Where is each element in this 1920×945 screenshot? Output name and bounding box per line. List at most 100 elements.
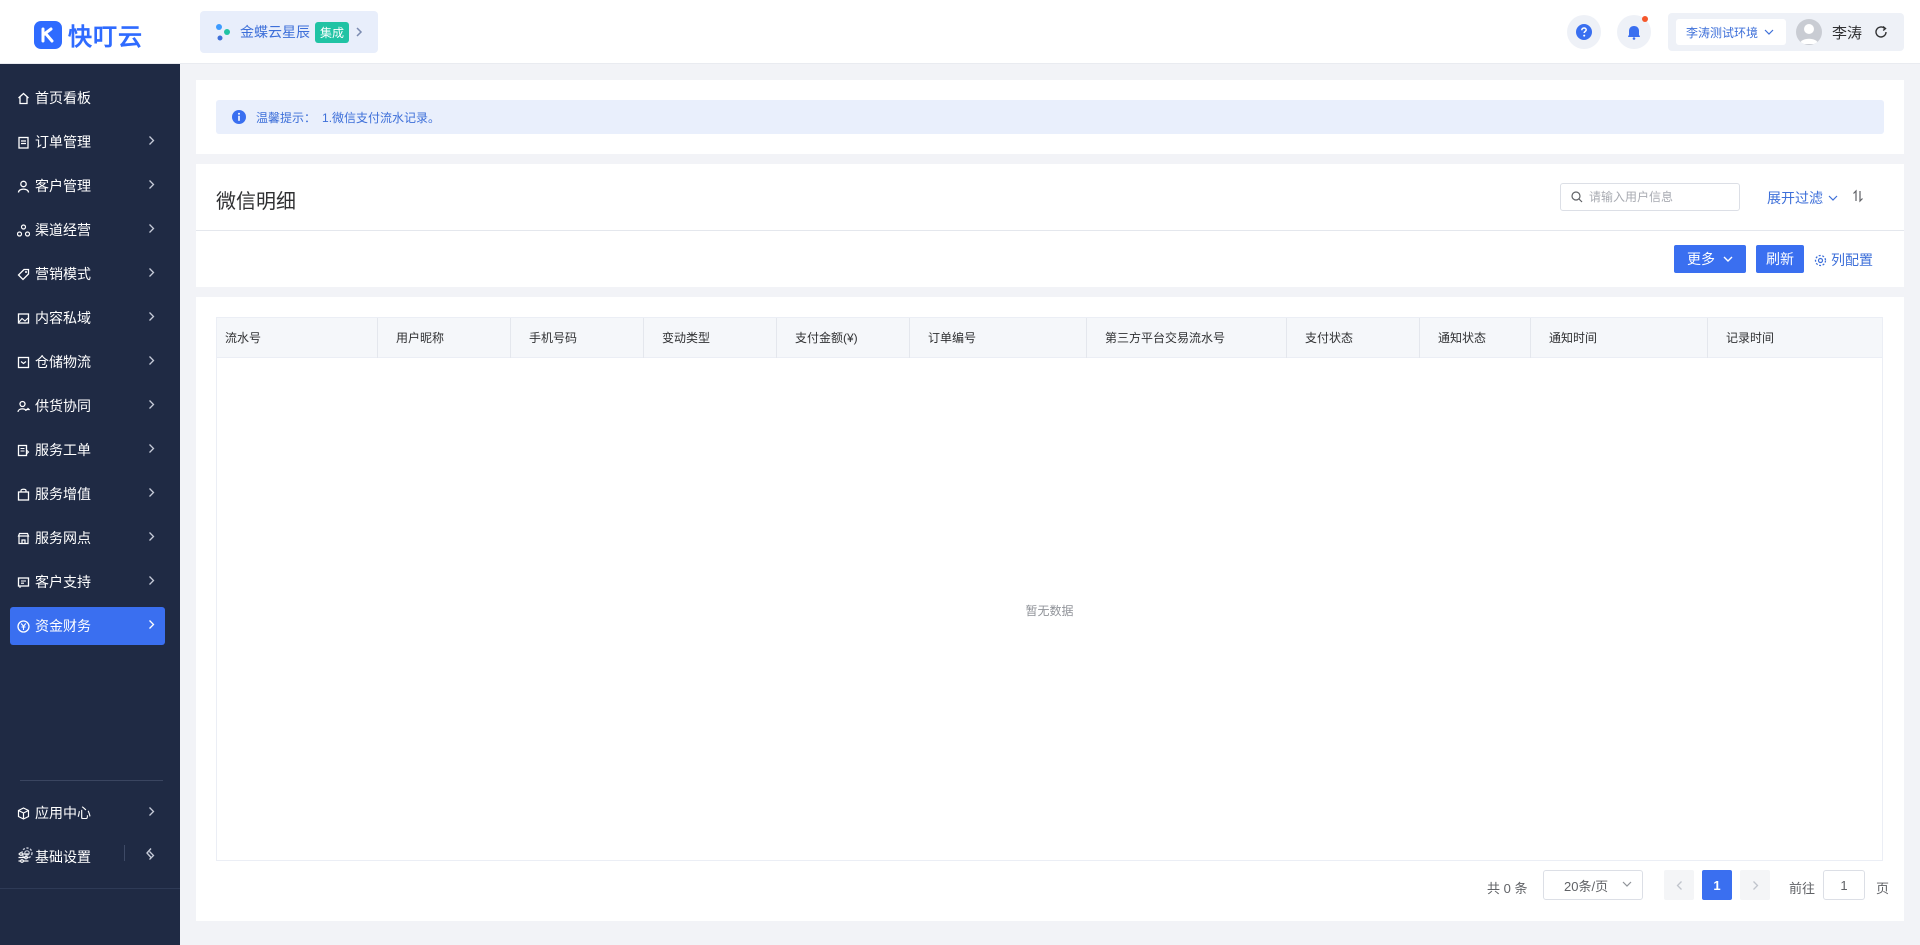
settings-gear-icon[interactable] <box>20 846 34 860</box>
sidebar-divider <box>20 780 163 781</box>
column-header[interactable]: 记录时间 <box>1708 318 1882 358</box>
table-header: 流水号 用户昵称 手机号码 变动类型 支付金额(¥) 订单编号 第三方平台交易流… <box>217 318 1882 358</box>
user-area: 李涛测试环境 李涛 <box>1668 13 1904 51</box>
tip-message: 1.微信支付流水记录。 <box>322 110 441 125</box>
sidebar-item-label: 首页看板 <box>35 90 91 106</box>
sidebar-item-label: 服务网点 <box>35 530 91 546</box>
tag-icon <box>16 267 30 281</box>
page-number-current[interactable]: 1 <box>1702 870 1732 900</box>
integration-name: 金蝶云星辰 <box>240 24 310 40</box>
page-size-select[interactable]: 20条/页 <box>1543 870 1643 900</box>
search-input[interactable] <box>1589 190 1729 204</box>
sidebar-item-warehouse[interactable]: 仓储物流 <box>10 343 165 381</box>
integration-icon <box>214 22 232 42</box>
integration-badge: 集成 <box>315 21 350 43</box>
tip-label: 温馨提示： <box>256 110 317 125</box>
sidebar-item-support[interactable]: 客户支持 <box>10 563 165 601</box>
column-header[interactable]: 流水号 <box>217 318 378 358</box>
gear-icon <box>1814 254 1827 267</box>
environment-label: 李涛测试环境 <box>1686 25 1759 40</box>
column-header[interactable]: 支付金额(¥) <box>777 318 910 358</box>
home-icon <box>16 91 30 105</box>
chevron-right-icon <box>148 619 155 630</box>
help-button[interactable] <box>1567 15 1601 49</box>
cube-icon <box>16 806 30 820</box>
column-header[interactable]: 手机号码 <box>511 318 644 358</box>
expand-filter-label: 展开过滤 <box>1767 190 1823 206</box>
notification-dot <box>1642 16 1648 22</box>
user-sync-icon <box>16 399 30 413</box>
column-header[interactable]: 通知状态 <box>1420 318 1531 358</box>
integration-pill[interactable]: 金蝶云星辰 集成 <box>200 11 378 53</box>
page-size-value: 20条/页 <box>1564 878 1609 894</box>
column-header[interactable]: 支付状态 <box>1287 318 1420 358</box>
app-logo[interactable]: 快叮云 <box>34 17 143 52</box>
next-page-button[interactable] <box>1740 870 1770 900</box>
expand-filter-button[interactable]: 展开过滤 <box>1767 188 1838 208</box>
sidebar-footer-separator <box>124 845 125 861</box>
sidebar-item-orders[interactable]: 订单管理 <box>10 123 165 161</box>
sidebar-item-label: 营销模式 <box>35 266 91 282</box>
data-table: 流水号 用户昵称 手机号码 变动类型 支付金额(¥) 订单编号 第三方平台交易流… <box>216 317 1883 861</box>
column-header[interactable]: 第三方平台交易流水号 <box>1087 318 1287 358</box>
logo-text: 快叮云 <box>68 24 143 51</box>
environment-select[interactable]: 李涛测试环境 <box>1676 19 1786 45</box>
search-box[interactable] <box>1560 183 1740 211</box>
chevron-right-icon <box>148 443 155 454</box>
chevron-right-icon <box>148 399 155 410</box>
sidebar-item-channels[interactable]: 渠道经营 <box>10 211 165 249</box>
sidebar-item-service-points[interactable]: 服务网点 <box>10 519 165 557</box>
sort-icon[interactable] <box>1852 189 1864 203</box>
refresh-icon[interactable] <box>1874 25 1888 39</box>
prev-page-button[interactable] <box>1664 870 1694 900</box>
sidebar-item-customers[interactable]: 客户管理 <box>10 167 165 205</box>
refresh-button[interactable]: 刷新 <box>1756 245 1804 273</box>
image-icon <box>16 311 30 325</box>
more-button[interactable]: 更多 <box>1674 245 1746 273</box>
sidebar-item-service-addons[interactable]: 服务增值 <box>10 475 165 513</box>
ticket-icon <box>16 443 30 457</box>
page-title: 微信明细 <box>216 191 296 213</box>
chevron-left-icon <box>1676 880 1683 891</box>
chevron-right-icon <box>148 135 155 146</box>
network-icon <box>16 223 30 237</box>
chevron-right-icon <box>148 806 155 817</box>
collapse-sidebar-icon[interactable] <box>145 847 153 859</box>
top-bar: 快叮云 金蝶云星辰 集成 李涛测试环境 李涛 <box>0 0 1920 64</box>
user-icon <box>16 179 30 193</box>
sidebar-item-label: 服务工单 <box>35 442 91 458</box>
sidebar-item-finance[interactable]: 资金财务 <box>10 607 165 645</box>
avatar[interactable] <box>1796 19 1822 45</box>
chevron-right-icon <box>148 223 155 234</box>
column-header[interactable]: 变动类型 <box>644 318 777 358</box>
column-header[interactable]: 用户昵称 <box>378 318 511 358</box>
header-divider <box>196 230 1904 231</box>
more-button-label: 更多 <box>1687 251 1715 267</box>
goto-page-input[interactable] <box>1823 870 1865 900</box>
chevron-right-icon <box>148 311 155 322</box>
chevron-right-icon <box>148 267 155 278</box>
chevron-right-icon <box>1752 880 1759 891</box>
sidebar-item-supply[interactable]: 供货协同 <box>10 387 165 425</box>
column-config-label: 列配置 <box>1831 252 1873 268</box>
sidebar-item-home[interactable]: 首页看板 <box>10 79 165 117</box>
sidebar-item-content[interactable]: 内容私域 <box>10 299 165 337</box>
sidebar-item-marketing[interactable]: 营销模式 <box>10 255 165 293</box>
column-header[interactable]: 通知时间 <box>1531 318 1708 358</box>
sidebar-item-label: 内容私域 <box>35 310 91 326</box>
column-config-button[interactable]: 列配置 <box>1814 250 1873 270</box>
chevron-right-icon <box>148 355 155 366</box>
sidebar-item-label: 应用中心 <box>35 805 91 821</box>
goto-label: 前往 <box>1789 881 1816 896</box>
user-name[interactable]: 李涛 <box>1832 22 1862 43</box>
store-icon <box>16 531 30 545</box>
bell-icon <box>1626 24 1642 40</box>
pagination-total: 共 0 条 <box>1487 881 1528 896</box>
sidebar-item-app-center[interactable]: 应用中心 <box>10 794 165 832</box>
sidebar-item-service-tickets[interactable]: 服务工单 <box>10 431 165 469</box>
sidebar-item-label: 供货协同 <box>35 398 91 414</box>
sidebar: 首页看板 订单管理 客户管理 渠道经营 营销模式 内容私域 仓储物流 供货协同 … <box>0 64 180 945</box>
logo-icon <box>34 20 62 49</box>
column-header[interactable]: 订单编号 <box>910 318 1087 358</box>
notification-button[interactable] <box>1617 15 1651 49</box>
